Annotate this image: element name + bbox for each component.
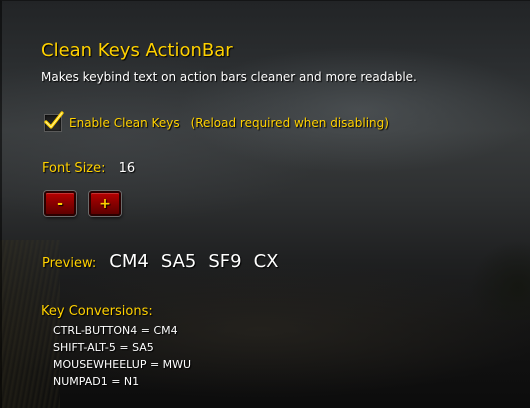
panel-title: Clean Keys ActionBar bbox=[41, 40, 233, 61]
font-size-label: Font Size: bbox=[42, 161, 106, 176]
preview-label: Preview: bbox=[42, 256, 97, 271]
preview-key: SF9 bbox=[208, 251, 242, 272]
list-item: SHIFT-ALT-5 = SA5 bbox=[53, 341, 154, 354]
decrease-font-button[interactable]: - bbox=[44, 191, 76, 216]
conversions-title: Key Conversions: bbox=[41, 304, 153, 319]
preview-keys: CM4 SA5 SF9 CX bbox=[109, 251, 290, 272]
enable-clean-keys-option[interactable]: Enable Clean Keys (Reload required when … bbox=[44, 111, 389, 134]
checkmark-icon bbox=[44, 111, 64, 129]
preview-key: SA5 bbox=[160, 251, 197, 272]
preview-key: CM4 bbox=[109, 251, 149, 272]
list-item: MOUSEWHEELUP = MWU bbox=[53, 358, 192, 371]
preview-key: CX bbox=[253, 251, 279, 272]
list-item: NUMPAD1 = N1 bbox=[53, 375, 140, 388]
panel-description: Makes keybind text on action bars cleane… bbox=[41, 70, 417, 84]
font-size-value: 16 bbox=[118, 161, 136, 176]
enable-label[interactable]: Enable Clean Keys bbox=[69, 116, 180, 130]
conversions-list: CTRL-BUTTON4 = CM4 SHIFT-ALT-5 = SA5 MOU… bbox=[53, 322, 191, 390]
enable-checkbox[interactable] bbox=[44, 111, 64, 132]
font-size-row: Font Size: 16 bbox=[42, 161, 135, 176]
increase-font-button[interactable]: + bbox=[89, 191, 121, 216]
background-bush bbox=[470, 240, 530, 320]
list-item: CTRL-BUTTON4 = CM4 bbox=[53, 324, 178, 337]
preview-row: Preview: CM4 SA5 SF9 CX bbox=[42, 251, 291, 272]
reload-note: (Reload required when disabling) bbox=[190, 116, 389, 130]
